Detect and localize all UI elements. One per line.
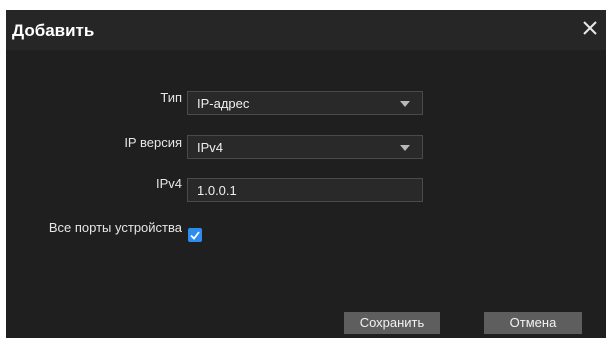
all-ports-label: Все порты устройства	[48, 220, 182, 235]
ip-version-select-value: IPv4	[197, 140, 224, 155]
ipv4-input-value: 1.0.0.1	[197, 183, 237, 198]
checkmark-icon	[190, 231, 200, 240]
ip-version-select[interactable]: IPv4	[187, 135, 423, 159]
close-icon	[583, 21, 597, 35]
chevron-down-icon	[400, 145, 410, 151]
ipv4-input[interactable]: 1.0.0.1	[187, 178, 423, 202]
dialog-title: Добавить	[12, 21, 95, 40]
close-button[interactable]	[580, 18, 600, 38]
ipv4-label: IPv4	[155, 176, 182, 191]
type-label: Тип	[160, 90, 182, 105]
ip-version-label: IP версия	[124, 135, 182, 150]
add-dialog: Добавить Тип IP-адрес IP версия IPv4 IPv…	[6, 10, 606, 338]
dialog-titlebar: Добавить	[6, 10, 606, 50]
all-ports-checkbox[interactable]	[188, 228, 202, 242]
chevron-down-icon	[400, 101, 410, 107]
cancel-button[interactable]: Отмена	[484, 312, 582, 334]
save-button[interactable]: Сохранить	[344, 312, 440, 334]
type-select-value: IP-адрес	[197, 96, 250, 111]
type-select[interactable]: IP-адрес	[187, 91, 423, 115]
